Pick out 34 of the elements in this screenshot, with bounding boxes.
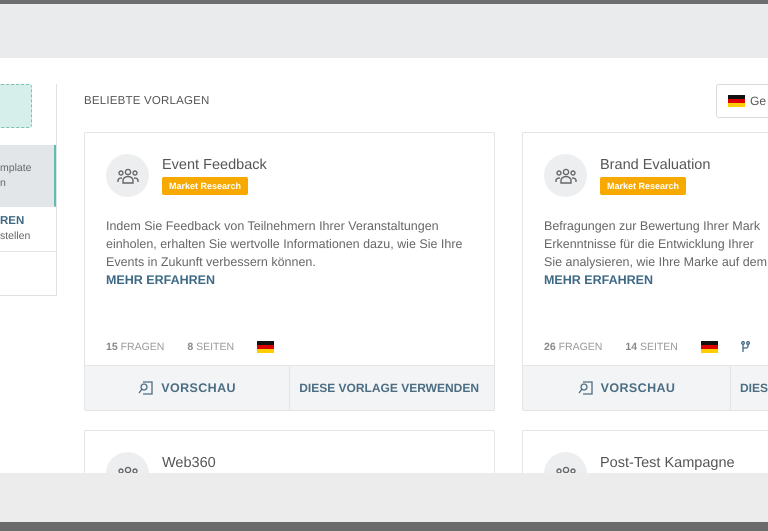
german-flag-icon — [700, 341, 718, 353]
stat-text: 26 FRAGEN — [544, 341, 602, 353]
category-badge: Market Research — [600, 177, 686, 195]
german-flag-icon — [257, 341, 274, 353]
use-template-button[interactable]: DIES — [730, 366, 768, 410]
learn-more-link[interactable]: MEHR ERFAHREN — [106, 271, 216, 289]
sidebar-item-title: mplate — [0, 160, 33, 176]
card-description: Indem Sie Feedback von Teilnehmern Ihrer Veranstaltungen einholen, erhalten Sie wertvolle Informationen dazu, wie Sie Ihre Events in Zukunft verbessern können. — [106, 218, 464, 271]
language-button[interactable]: Ge — [716, 84, 768, 118]
card-title: Post-Test Kampagne — [600, 455, 735, 471]
section-title: BELIEBTE VORLAGEN — [84, 95, 210, 107]
card-description: Befragungen zur Bewertung Ihrer Mark Erkenntnisse für die Entwicklung Ihrer Sie analysieren, wie Ihre Marke auf dem — [544, 218, 768, 271]
preview-button[interactable]: VORSCHAU — [523, 366, 730, 410]
drop-zone[interactable] — [0, 84, 32, 128]
stat-text: 14 SEITEN — [625, 341, 678, 353]
sidebar-item[interactable]: mplate n — [0, 145, 56, 207]
category-badge: Market Research — [162, 177, 248, 195]
preview-button[interactable]: VORSCHAU — [85, 366, 290, 410]
card-title: Web360 — [162, 455, 216, 471]
use-template-button[interactable]: DIESE VORLAGE VERWENDEN — [289, 366, 494, 410]
preview-icon — [138, 381, 154, 395]
sidebar-item-subtitle: n — [0, 176, 7, 190]
sidebar-item-subtitle: stellen — [0, 229, 32, 244]
card-title: Brand Evaluation — [600, 157, 710, 173]
sidebar-item-title: REN — [0, 214, 26, 229]
learn-more-link[interactable]: MEHR ERFAHREN — [544, 271, 654, 289]
stat-text: 15 FRAGEN — [106, 341, 164, 353]
preview-icon — [578, 381, 593, 395]
german-flag-icon — [728, 95, 745, 107]
people-icon — [554, 168, 576, 184]
sidebar-item[interactable]: REN stellen — [0, 207, 56, 252]
stat-text: 8 SEITEN — [187, 341, 234, 353]
card-title: Event Feedback — [162, 157, 267, 173]
people-icon — [116, 168, 138, 184]
